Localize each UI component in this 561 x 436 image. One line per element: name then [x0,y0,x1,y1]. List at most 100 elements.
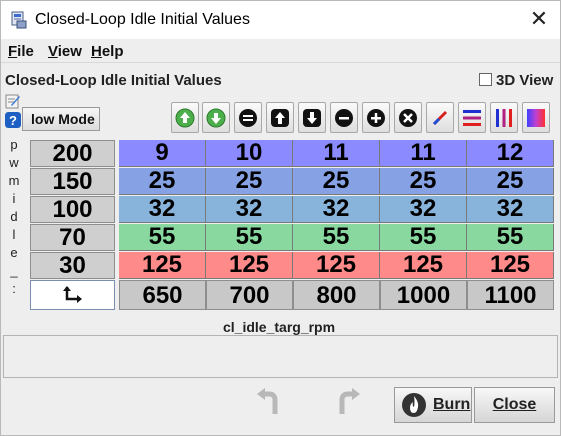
table-cell[interactable]: 32 [293,196,380,223]
title-bar: Closed-Loop Idle Initial Values ✕ [1,1,560,39]
add-icon [367,109,385,127]
table-cell[interactable]: 55 [380,224,467,251]
decrease-button[interactable] [202,102,230,133]
y-axis-label-char: m [8,173,20,188]
table-cell[interactable]: 25 [206,168,293,195]
svg-text:?: ? [9,113,17,128]
dialog-window: Closed-Loop Idle Initial Values ✕ File V… [0,0,561,436]
y-axis-cell[interactable]: 200 [30,140,115,167]
y-axis-cell[interactable]: 70 [30,224,115,251]
swap-axes-icon [63,286,82,303]
table-cell[interactable]: 25 [467,168,554,195]
color-gradient-icon [527,109,545,127]
x-axis-cell[interactable]: 800 [293,280,380,310]
menu-file-mnemonic: F [8,43,18,60]
y-axis-cell[interactable]: 150 [30,168,115,195]
decrease-icon [206,108,226,128]
menu-view-mnemonic: V [48,43,58,60]
shift-up-icon [271,109,289,127]
menu-help[interactable]: Help [91,43,124,60]
y-axis-label-char: : [12,281,16,296]
swap-axes-button[interactable] [30,280,115,310]
x-axis-cell[interactable]: 700 [206,280,293,310]
y-axis-label-char: i [12,191,16,206]
status-panel [3,335,558,378]
increase-button[interactable] [171,102,199,133]
shift-down-icon [303,109,321,127]
menu-view-rest: iew [57,43,82,60]
burn-button[interactable]: Burn [394,387,472,423]
x-axis-cell[interactable]: 1000 [380,280,467,310]
menu-file[interactable]: File [8,43,34,60]
horizontal-interpolate-button[interactable] [458,102,486,133]
table-cell[interactable]: 55 [293,224,380,251]
table-cell[interactable]: 125 [206,252,293,279]
view-3d-label: 3D View [496,72,554,89]
vertical-interpolate-icon [496,109,512,127]
table-cell[interactable]: 11 [293,140,380,167]
fire-icon [402,393,426,417]
interpolate-button[interactable] [426,102,454,133]
menu-view[interactable]: View [48,43,82,60]
table-cell[interactable]: 125 [380,252,467,279]
mode-button[interactable]: low Mode [22,107,100,131]
vertical-interpolate-button[interactable] [490,102,518,133]
y-axis-label-char: l [12,227,16,242]
color-gradient-button[interactable] [522,102,550,133]
y-axis-label-char: _ [10,263,18,278]
app-icon [11,11,27,29]
view-3d-checkbox[interactable] [479,73,492,86]
table-cell[interactable]: 32 [467,196,554,223]
y-axis-label-char: d [10,209,18,224]
x-axis-cell[interactable]: 650 [119,280,206,310]
panel-title: Closed-Loop Idle Initial Values [5,72,222,89]
add-button[interactable] [362,102,390,133]
y-axis-label-char: e [10,245,18,260]
table-cell[interactable]: 12 [467,140,554,167]
close-button[interactable]: Close [474,387,555,423]
equals-icon [239,109,257,127]
table-cell[interactable]: 9 [119,140,206,167]
x-axis-cell[interactable]: 1100 [467,280,554,310]
set-equal-button[interactable] [234,102,262,133]
close-label: Close [492,396,537,413]
y-axis-cell[interactable]: 30 [30,252,115,279]
menu-help-mnemonic: H [91,43,102,60]
table-cell[interactable]: 55 [119,224,206,251]
subtract-icon [335,109,353,127]
table-cell[interactable]: 125 [119,252,206,279]
table-cell[interactable]: 125 [467,252,554,279]
shift-down-button[interactable] [298,102,326,133]
table-cell[interactable]: 25 [293,168,380,195]
y-axis-label: p w m i d l e _ : [7,136,21,298]
shift-up-button[interactable] [266,102,294,133]
table-cell[interactable]: 55 [206,224,293,251]
table-cell[interactable]: 32 [119,196,206,223]
menu-bar: File View Help [1,39,560,63]
table-cell[interactable]: 25 [119,168,206,195]
y-axis-label-char: w [9,155,19,170]
table-cell[interactable]: 10 [206,140,293,167]
y-axis-cell[interactable]: 100 [30,196,115,223]
help-icon[interactable]: ? [5,112,21,128]
close-window-button[interactable]: ✕ [527,8,551,32]
y-axis-label-char: p [10,137,18,152]
undo-icon[interactable] [253,388,283,418]
table-cell[interactable]: 125 [293,252,380,279]
edit-notes-icon[interactable] [5,93,21,109]
subtract-button[interactable] [330,102,358,133]
increase-icon [175,108,195,128]
table-cell[interactable]: 55 [467,224,554,251]
redo-icon[interactable] [334,388,364,418]
table-cell[interactable]: 32 [380,196,467,223]
interpolate-icon [432,110,448,126]
table-cell[interactable]: 11 [380,140,467,167]
multiply-button[interactable] [394,102,422,133]
burn-label: Burn [433,396,471,413]
table-cell[interactable]: 32 [206,196,293,223]
menu-help-rest: elp [101,43,124,60]
view-3d-toggle[interactable]: 3D View [479,72,553,89]
table-cell[interactable]: 25 [380,168,467,195]
multiply-icon [399,109,417,127]
menu-file-rest: ile [17,43,34,60]
